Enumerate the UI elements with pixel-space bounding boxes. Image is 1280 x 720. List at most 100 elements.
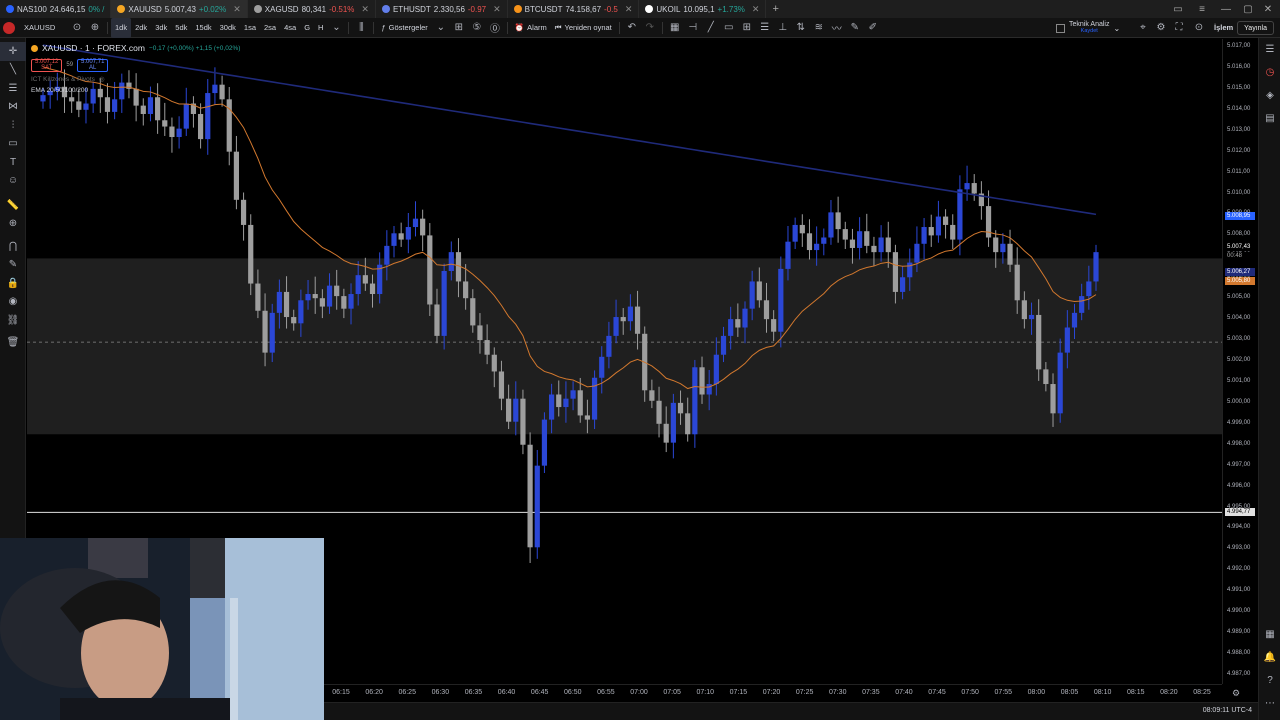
eye-off-icon[interactable]: ◎ <box>99 75 105 83</box>
tab-btcusdt[interactable]: BTCUSDT 74.158,67 -0.5 ✕ <box>508 0 640 18</box>
stay-drawing-icon[interactable]: ✎ <box>0 256 26 275</box>
hline-tool-icon[interactable]: ⊣ <box>684 18 702 38</box>
alarm-button[interactable]: ⏰ Alarm <box>511 18 551 38</box>
emoji-icon[interactable]: ☺ <box>0 172 26 191</box>
text-icon[interactable]: T <box>0 153 26 172</box>
pen-icon[interactable]: ✐ <box>864 18 882 38</box>
close-icon[interactable]: ✕ <box>625 4 633 15</box>
new-tab-button[interactable]: + <box>766 0 784 18</box>
chevron-down-icon[interactable]: ⌄ <box>327 18 345 38</box>
zoom-icon[interactable]: ⊕ <box>0 215 26 234</box>
eye-icon[interactable]: ◉ <box>0 293 26 312</box>
undo-icon[interactable]: ↶ <box>623 18 641 38</box>
close-icon[interactable]: ✕ <box>752 4 760 15</box>
interval-g[interactable]: G <box>300 18 314 38</box>
axis-settings-icon[interactable]: ⚙ <box>1232 688 1240 699</box>
replay-button[interactable]: ⏮ Yeniden oynat <box>551 18 616 38</box>
ema-price-tag[interactable]: 5.008,95 <box>1225 211 1255 220</box>
indicators-button[interactable]: ƒ Göstergeler <box>377 18 431 38</box>
notifications-icon[interactable]: 🔔 <box>1259 646 1280 669</box>
trade-button[interactable]: İşlem <box>1210 18 1237 38</box>
symbol-search-input[interactable]: XAUUSD <box>18 18 68 38</box>
strategy-icon[interactable]: ⑤ <box>468 18 486 38</box>
link-icon[interactable]: ⛓ <box>0 311 26 330</box>
camera-icon[interactable]: ⊙ <box>1190 18 1208 38</box>
avatar[interactable] <box>0 18 18 38</box>
tab-ethusdt[interactable]: ETHUSDT 2.330,56 -0.97 ✕ <box>376 0 508 18</box>
lock-icon[interactable]: 🔒 <box>0 274 26 293</box>
close-icon[interactable]: ✕ <box>493 4 501 15</box>
templates-icon[interactable]: ⊞ <box>450 18 468 38</box>
tech-analysis-toggle[interactable]: Teknik Analiz Kaydet ⌄ <box>1056 21 1120 35</box>
interval-1dk[interactable]: 1dk <box>111 17 132 38</box>
interval-4sa[interactable]: 4sa <box>280 18 300 38</box>
ema-navy-tag[interactable]: 5.006,27 <box>1225 267 1255 276</box>
menu-icon[interactable]: ≡ <box>1190 0 1214 18</box>
magnet-icon[interactable]: ⋂ <box>0 237 26 256</box>
close-icon[interactable]: ✕ <box>361 4 369 15</box>
clock-label[interactable]: 08:09:11 UTC-4 <box>1203 707 1252 714</box>
channel-icon[interactable]: ≋ <box>810 18 828 38</box>
checkbox-icon[interactable] <box>1056 23 1065 33</box>
watchlist-icon[interactable]: ☰ <box>1259 38 1280 61</box>
indicator-killzones[interactable]: ICT Killzones & Pivots <box>31 76 95 83</box>
interval-5dk[interactable]: 5dk <box>171 18 191 38</box>
tab-xagusd[interactable]: XAGUSD 80,341 -0.51% ✕ <box>248 0 376 18</box>
tab-xauusd[interactable]: XAUUSD 5.007,43 +0.02% ✕ <box>111 0 248 18</box>
interval-15dk[interactable]: 15dk <box>191 18 215 38</box>
grid-icon[interactable]: ▦ <box>666 18 684 38</box>
countdown-tag[interactable]: 00:48 <box>1225 252 1255 261</box>
close-window-icon[interactable]: ✕ <box>1256 0 1280 18</box>
trendline-icon[interactable]: ╱ <box>702 18 720 38</box>
buy-button[interactable]: 5.007,71 AL <box>77 58 109 72</box>
interval-2sa[interactable]: 2sa <box>260 18 280 38</box>
trash-icon[interactable]: 🗑 <box>0 334 26 353</box>
fib-icon[interactable]: ☰ <box>756 18 774 38</box>
crosshair-icon[interactable]: ✛ <box>0 42 26 61</box>
close-icon[interactable]: ✕ <box>233 4 241 15</box>
alerts-icon[interactable]: ◷ <box>1259 61 1280 84</box>
help-icon[interactable]: ? <box>1259 669 1280 692</box>
long-position-icon[interactable]: ⊥ <box>774 18 792 38</box>
chevron-down-icon[interactable]: ⌄ <box>1113 24 1120 33</box>
rectangle-icon[interactable]: ▭ <box>720 18 738 38</box>
crosshair-box-icon[interactable]: ⊞ <box>738 18 756 38</box>
last-price-tag[interactable]: 5.007,43 <box>1225 243 1255 252</box>
publish-button[interactable]: Yayınla <box>1237 21 1274 35</box>
measure-icon[interactable]: ⇅ <box>792 18 810 38</box>
ema-orange-tag[interactable]: 5.005,80 <box>1225 277 1255 286</box>
candle-type-icon[interactable]: ⫼ <box>352 18 370 38</box>
interval-3dk[interactable]: 3dk <box>151 18 171 38</box>
minimize-icon[interactable]: — <box>1214 0 1238 18</box>
sell-button[interactable]: 5.007,12 SAT <box>31 58 63 72</box>
ruler-icon[interactable]: 📏 <box>0 196 26 215</box>
chat-icon[interactable]: ▤ <box>1259 107 1280 130</box>
brush-icon[interactable]: ✎ <box>846 18 864 38</box>
layers-icon[interactable]: ◈ <box>1259 84 1280 107</box>
path-icon[interactable]: 〰 <box>828 18 846 38</box>
zero-icon[interactable]: ⓪ <box>486 18 504 38</box>
chevron-down-icon[interactable]: ⌄ <box>432 18 450 38</box>
tab-ukoil[interactable]: UKOIL 10.095,1 +1.73% ✕ <box>639 0 767 18</box>
add-symbol-icon[interactable]: ⊕ <box>86 18 104 38</box>
fib-retracement-icon[interactable]: ☰ <box>0 79 26 98</box>
tab-nas100[interactable]: NAS100 24.646,15 0% / <box>0 0 112 18</box>
gear-icon[interactable]: ⚙ <box>1152 18 1170 38</box>
indicator-ema[interactable]: EMA 20/50/100/200 <box>31 87 88 94</box>
calendar-icon[interactable]: ▦ <box>1259 623 1280 646</box>
layout-icon[interactable]: ▭ <box>1166 0 1190 18</box>
projection-icon[interactable]: ⫶ <box>0 116 26 135</box>
interval-30dk[interactable]: 30dk <box>216 18 240 38</box>
more-icon[interactable]: ⋯ <box>1259 692 1280 715</box>
trendline-icon[interactable]: ╲ <box>0 61 26 80</box>
interval-1sa[interactable]: 1sa <box>240 18 260 38</box>
pattern-icon[interactable]: ⋈ <box>0 98 26 117</box>
redo-icon[interactable]: ↷ <box>641 18 659 38</box>
interval-2dk[interactable]: 2dk <box>131 18 151 38</box>
compare-icon[interactable]: ⊙ <box>68 18 86 38</box>
hline-price-tag[interactable]: 4.994,77 <box>1225 508 1255 517</box>
fullscreen-icon[interactable]: ⛶ <box>1170 18 1188 38</box>
interval-h[interactable]: H <box>314 18 327 38</box>
shapes-icon[interactable]: ▭ <box>0 135 26 154</box>
price-axis[interactable]: 5.017,00 5.016,00 5.015,00 5.014,00 5.013,00… <box>1222 39 1258 684</box>
